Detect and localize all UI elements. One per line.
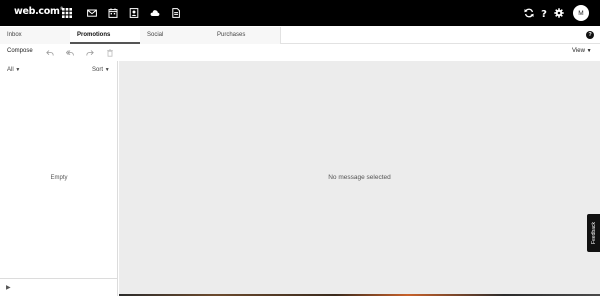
tab-promotions[interactable]: Promotions [70, 27, 141, 44]
chevron-down-icon: ▼ [15, 67, 21, 73]
sort-dropdown[interactable]: Sort ▼ [92, 67, 110, 73]
empty-list-message: Empty [50, 175, 68, 181]
brand-logo[interactable]: web.com® [14, 6, 64, 18]
view-label: View [572, 48, 585, 54]
delete-icon[interactable] [105, 48, 115, 58]
calendar-icon[interactable] [107, 7, 119, 19]
folder-tabs: Inbox Promotions Social Purchases [0, 27, 600, 44]
expand-panel-icon[interactable]: ▶ [6, 284, 11, 291]
reply-all-icon[interactable] [65, 48, 75, 58]
help-circle-icon[interactable]: ? [586, 31, 594, 39]
tab-social[interactable]: Social [140, 27, 211, 44]
user-avatar[interactable]: M [573, 5, 589, 21]
reply-icon[interactable] [45, 48, 55, 58]
contacts-icon[interactable] [128, 7, 140, 19]
cloud-icon[interactable] [149, 7, 161, 19]
list-footer: ▶ [0, 278, 118, 296]
view-menu-button[interactable]: View ▼ [572, 48, 592, 54]
help-icon[interactable]: ? [538, 7, 550, 19]
chevron-down-icon: ▼ [586, 48, 592, 54]
no-message-selected-text: No message selected [328, 174, 391, 181]
brand-name: web.com [14, 6, 60, 18]
forward-icon[interactable] [85, 48, 95, 58]
message-toolbar: Compose View ▼ [0, 45, 600, 61]
tab-inbox[interactable]: Inbox [0, 27, 71, 44]
refresh-icon[interactable] [523, 7, 535, 19]
tab-purchases[interactable]: Purchases [210, 27, 281, 44]
filter-label: All [7, 67, 14, 73]
mail-icon[interactable] [86, 7, 98, 19]
top-navigation-bar: web.com® ? M [0, 0, 600, 26]
message-reading-pane: No message selected [119, 61, 600, 296]
filter-dropdown[interactable]: All ▼ [7, 67, 20, 73]
settings-gear-icon[interactable] [553, 7, 565, 19]
feedback-label: Feedback [590, 222, 597, 244]
apps-grid-icon[interactable] [61, 7, 73, 19]
compose-button[interactable]: Compose [7, 48, 33, 54]
svg-text:?: ? [541, 9, 547, 18]
feedback-tab[interactable]: Feedback [587, 214, 600, 252]
sort-label: Sort [92, 67, 104, 73]
notes-icon[interactable] [170, 7, 182, 19]
message-list-pane: All ▼ Sort ▼ Empty ▶ [0, 61, 118, 296]
chevron-down-icon: ▼ [104, 67, 110, 73]
